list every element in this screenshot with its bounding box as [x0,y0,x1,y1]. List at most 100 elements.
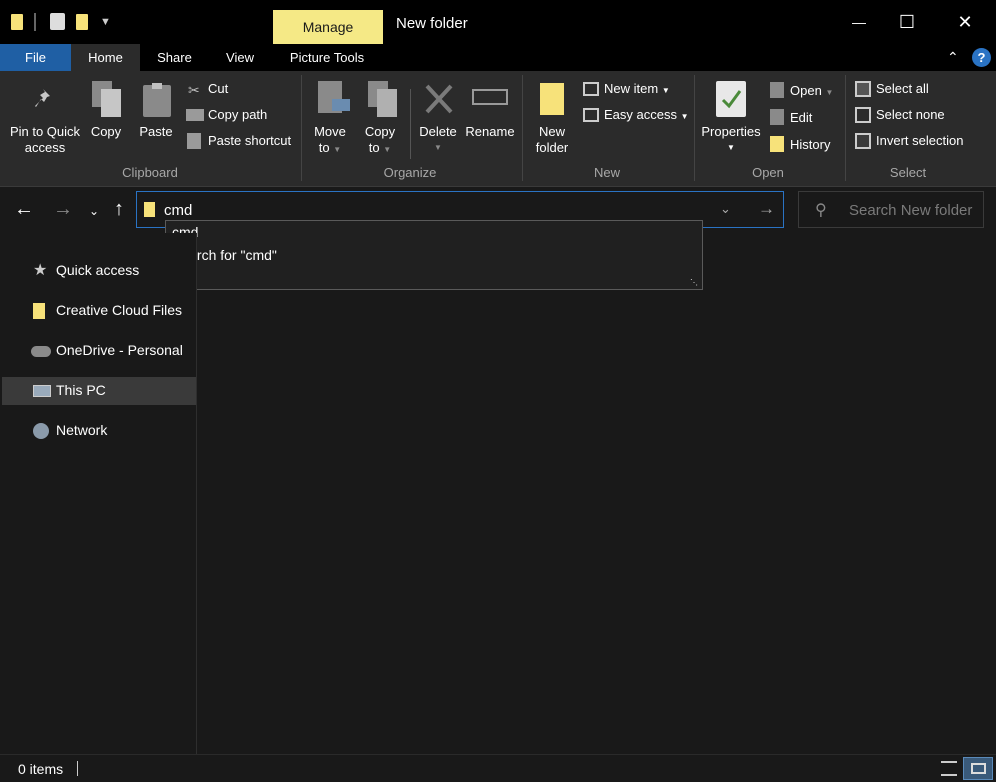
close-button[interactable]: ✕ [955,12,975,32]
help-icon[interactable]: ? [972,48,991,67]
copy-to-icon [368,81,400,119]
copy-to-button[interactable]: Copy to ▼ [358,124,402,158]
recent-locations-chevron-icon[interactable]: ⌄ [84,201,104,221]
paste-icon [143,83,171,117]
title-bar: ▼ Manage New folder — ☐ ✕ [0,0,996,44]
invert-selection-button[interactable]: Invert selection [876,133,963,149]
delete-button[interactable]: Delete ▼ [416,124,460,156]
copy-to-label-line2: to ▼ [368,140,392,155]
large-icons-view-icon[interactable] [963,757,993,780]
group-label-select: Select [889,165,927,180]
network-icon [33,423,49,439]
ribbon: Pin to Quick access Copy Paste ✂ Cut Cop… [0,71,996,187]
easy-access-icon [583,108,599,122]
properties-label: Properties [701,124,761,139]
search-box[interactable]: ⚲ Search New folder [798,191,984,228]
paste-button[interactable]: Paste [136,124,176,140]
nav-item-this-pc[interactable]: This PC [2,377,196,405]
tab-file[interactable]: File [0,44,71,71]
nav-label: Creative Cloud Files [56,302,183,318]
tab-share[interactable]: Share [148,44,201,71]
open-icon [770,82,784,98]
address-input[interactable]: cmd [164,202,192,219]
cut-button[interactable]: Cut [208,81,228,97]
status-bar: 0 items [0,754,996,782]
edit-icon [770,109,784,125]
move-to-label-line1: Move [314,124,346,139]
group-label-new: New [593,165,620,180]
nav-item-network[interactable]: Network [2,417,196,445]
nav-item-creative-cloud-files[interactable]: Creative Cloud Files [2,297,196,325]
new-folder-icon [540,83,564,115]
creative-cloud-folder-icon [33,303,45,319]
nav-label: Quick access [56,262,140,278]
tab-manage[interactable]: Manage [273,10,383,44]
paste-shortcut-button[interactable]: Paste shortcut [208,133,291,149]
search-icon: ⚲ [815,202,827,219]
customize-quick-access-icon[interactable]: ▼ [100,16,111,28]
select-all-button[interactable]: Select all [876,81,929,97]
rename-button[interactable]: Rename [463,124,517,140]
computer-icon [33,385,51,397]
divider [410,89,411,159]
cloud-icon [31,346,51,357]
nav-label: Network [56,422,108,438]
tab-home[interactable]: Home [71,44,140,71]
forward-button[interactable]: → [53,199,73,219]
copy-to-label-line1: Copy [364,124,396,139]
move-to-button[interactable]: Move to ▼ [308,124,352,158]
resize-grip-icon[interactable]: ⋱ [690,278,698,287]
item-count: 0 items [18,761,64,777]
pin-label-line1: Pin to Quick [9,124,81,139]
folder-icon [11,14,23,30]
group-label-clipboard: Clipboard [122,165,178,180]
minimize-button[interactable]: — [849,12,869,32]
history-icon [770,136,784,152]
group-label-open: Open [752,165,784,180]
group-separator [845,75,846,181]
go-arrow-button[interactable]: → [758,199,775,219]
up-button[interactable]: ↑ [109,199,129,219]
move-to-label-line2: to ▼ [318,140,342,155]
group-label-organize: Organize [383,165,437,180]
open-button[interactable]: Open ▼ [790,83,833,101]
folder-icon [144,202,155,217]
maximize-button[interactable]: ☐ [897,12,917,32]
new-folder-icon[interactable] [76,14,88,30]
select-none-icon [855,107,871,123]
pin-label-line2: access [24,140,66,155]
select-all-icon [855,81,871,97]
delete-dropdown-icon: ▼ [434,143,442,152]
back-button[interactable]: ← [14,199,34,219]
select-none-button[interactable]: Select none [876,107,945,123]
copy-path-button[interactable]: Copy path [208,107,267,123]
nav-item-quick-access[interactable]: ★ Quick access [2,257,196,285]
copy-path-icon [186,109,204,121]
details-view-icon[interactable] [941,761,957,776]
new-folder-button[interactable]: New folder [530,124,574,156]
collapse-ribbon-icon[interactable]: ⌃ [947,49,959,66]
delete-x-icon [424,83,454,115]
copy-button[interactable]: Copy [88,124,124,140]
ribbon-tabs: File Home Share View Picture Tools ⌃ ? [0,44,996,71]
nav-label: This PC [56,382,106,398]
tab-view[interactable]: View [215,44,265,71]
scissors-icon: ✂ [188,82,200,98]
nav-item-onedrive[interactable]: OneDrive - Personal [2,337,196,365]
star-icon: ★ [33,262,48,279]
tab-picture-tools[interactable]: Picture Tools [276,44,378,71]
edit-button[interactable]: Edit [790,110,812,126]
search-input[interactable]: Search New folder [849,202,972,219]
address-dropdown-chevron-icon[interactable]: ⌄ [720,201,731,217]
autocomplete-dropdown: cmd Search for "cmd" ⋱ [165,220,703,290]
pin-icon [34,87,54,113]
pin-to-quick-access-button[interactable]: Pin to Quick access [6,124,84,156]
properties-icon[interactable] [50,13,65,30]
easy-access-button[interactable]: Easy access ▼ [604,107,689,125]
history-button[interactable]: History [790,137,830,153]
group-separator [694,75,695,181]
properties-button[interactable]: Properties ▼ [698,124,764,156]
divider [77,761,78,776]
delete-label: Delete [419,124,457,139]
new-item-button[interactable]: New item ▼ [604,81,670,99]
